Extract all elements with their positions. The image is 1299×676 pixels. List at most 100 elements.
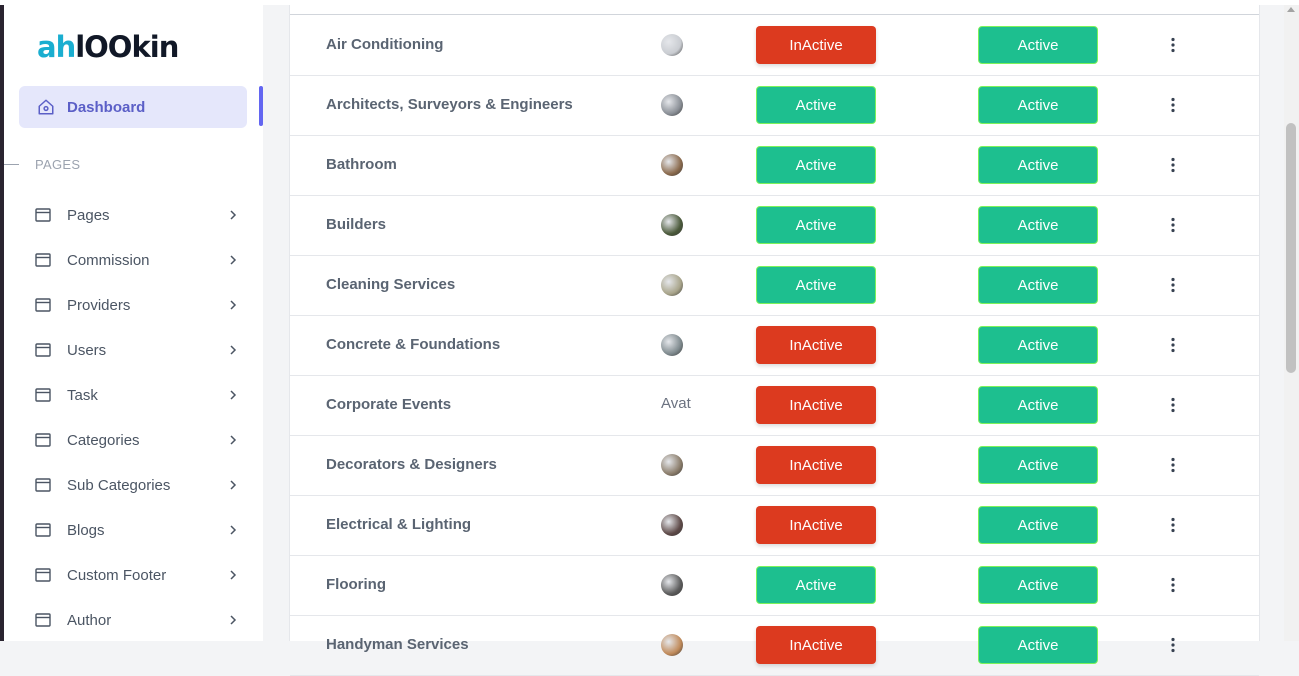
sidebar-item-label: Dashboard — [67, 98, 146, 116]
category-name: Handyman Services — [326, 636, 469, 653]
sidebar-item-label: Commission — [67, 251, 150, 269]
table-row: Architects, Surveyors & Engineers Active A… — [290, 75, 1259, 136]
category-name: Bathroom — [326, 156, 397, 173]
category-name: Builders — [326, 216, 387, 233]
chevron-right-icon — [230, 210, 237, 220]
chevron-right-icon — [230, 525, 237, 535]
more-options-icon[interactable] — [1170, 637, 1176, 653]
categories-table: Air Conditioning InActive Active Architects… — [289, 0, 1260, 676]
section-divider — [4, 164, 19, 165]
more-options-icon[interactable] — [1170, 457, 1176, 473]
more-options-icon[interactable] — [1170, 337, 1176, 353]
content-gutter — [263, 0, 288, 641]
home-icon — [38, 99, 54, 115]
chevron-right-icon — [230, 615, 237, 625]
top-edge — [0, 0, 1299, 5]
status-toggle-button[interactable]: InActive — [756, 26, 876, 64]
category-name: Corporate Events — [326, 396, 452, 413]
more-options-icon[interactable] — [1170, 397, 1176, 413]
scroll-up-arrow-icon[interactable] — [1287, 7, 1295, 12]
more-options-icon[interactable] — [1170, 217, 1176, 233]
featured-toggle-button[interactable]: Active — [978, 206, 1098, 244]
chevron-right-icon — [230, 570, 237, 580]
featured-toggle-button[interactable]: Active — [978, 506, 1098, 544]
category-image — [661, 214, 683, 236]
sidebar-item-sub-categories[interactable]: Sub Categories — [35, 473, 240, 497]
more-options-icon[interactable] — [1170, 37, 1176, 53]
page-icon — [35, 253, 51, 267]
category-name: Concrete & Foundations — [326, 336, 501, 353]
more-options-icon[interactable] — [1170, 277, 1176, 293]
sidebar-item-author[interactable]: Author — [35, 608, 240, 632]
category-image — [661, 274, 683, 296]
page-icon — [35, 478, 51, 492]
featured-toggle-button[interactable]: Active — [978, 446, 1098, 484]
more-options-icon[interactable] — [1170, 97, 1176, 113]
featured-toggle-button[interactable]: Active — [978, 146, 1098, 184]
table-row: Handyman Services InActive Active — [290, 615, 1259, 676]
status-toggle-button[interactable]: InActive — [756, 386, 876, 424]
status-toggle-button[interactable]: Active — [756, 266, 876, 304]
featured-toggle-button[interactable]: Active — [978, 86, 1098, 124]
sidebar-item-providers[interactable]: Providers — [35, 293, 240, 317]
table-row: Electrical & Lighting InActive Active — [290, 495, 1259, 556]
featured-toggle-button[interactable]: Active — [978, 386, 1098, 424]
sidebar-item-custom-footer[interactable]: Custom Footer — [35, 563, 240, 587]
sidebar-item-categories[interactable]: Categories — [35, 428, 240, 452]
featured-toggle-button[interactable]: Active — [978, 266, 1098, 304]
category-image — [661, 634, 683, 656]
table-row: Decorators & Designers InActive Active — [290, 435, 1259, 496]
sidebar-item-label: Categories — [67, 431, 140, 449]
category-image — [661, 154, 683, 176]
category-image — [661, 334, 683, 356]
sidebar-item-label: Pages — [67, 206, 110, 224]
status-toggle-button[interactable]: Active — [756, 566, 876, 604]
page-icon — [35, 613, 51, 627]
sidebar-item-label: Blogs — [67, 521, 105, 539]
more-options-icon[interactable] — [1170, 157, 1176, 173]
status-toggle-button[interactable]: InActive — [756, 626, 876, 664]
sidebar-item-label: Sub Categories — [67, 476, 171, 494]
sidebar-item-label: Author — [67, 611, 112, 629]
featured-toggle-button[interactable]: Active — [978, 26, 1098, 64]
page-icon — [35, 343, 51, 357]
sidebar-item-label: Providers — [67, 296, 131, 314]
status-toggle-button[interactable]: InActive — [756, 326, 876, 364]
sidebar-item-pages[interactable]: Pages — [35, 203, 240, 227]
chevron-right-icon — [230, 300, 237, 310]
featured-toggle-button[interactable]: Active — [978, 566, 1098, 604]
featured-toggle-button[interactable]: Active — [978, 626, 1098, 664]
page-icon — [35, 388, 51, 402]
sidebar-item-commission[interactable]: Commission — [35, 248, 240, 272]
page-icon — [35, 568, 51, 582]
sidebar-item-task[interactable]: Task — [35, 383, 240, 407]
status-toggle-button[interactable]: InActive — [756, 506, 876, 544]
category-name: Air Conditioning — [326, 36, 444, 53]
featured-toggle-button[interactable]: Active — [978, 326, 1098, 364]
category-image — [661, 514, 683, 536]
sidebar-item-blogs[interactable]: Blogs — [35, 518, 240, 542]
status-toggle-button[interactable]: InActive — [756, 446, 876, 484]
status-toggle-button[interactable]: Active — [756, 146, 876, 184]
chevron-right-icon — [230, 480, 237, 490]
logo-part-b: lOOkin — [75, 30, 179, 64]
logo[interactable]: ahlOOkin — [37, 30, 179, 64]
sidebar-item-label: Users — [67, 341, 107, 359]
sidebar-item-users[interactable]: Users — [35, 338, 240, 362]
status-toggle-button[interactable]: Active — [756, 206, 876, 244]
table-row: Concrete & Foundations InActive Active — [290, 315, 1259, 376]
page-icon — [35, 298, 51, 312]
broken-image-icon: Avat — [661, 395, 691, 412]
page-icon — [35, 523, 51, 537]
more-options-icon[interactable] — [1170, 517, 1176, 533]
scrollbar[interactable] — [1284, 5, 1299, 641]
table-row: Air Conditioning InActive Active — [290, 15, 1259, 76]
status-toggle-button[interactable]: Active — [756, 86, 876, 124]
sidebar-item-dashboard[interactable]: Dashboard — [19, 86, 247, 128]
category-name: Decorators & Designers — [326, 456, 497, 473]
more-options-icon[interactable] — [1170, 577, 1176, 593]
category-name: Architects, Surveyors & Engineers — [326, 96, 573, 113]
sidebar-item-label: Task — [67, 386, 98, 404]
scrollbar-thumb[interactable] — [1286, 123, 1296, 373]
category-name: Electrical & Lighting — [326, 516, 472, 533]
